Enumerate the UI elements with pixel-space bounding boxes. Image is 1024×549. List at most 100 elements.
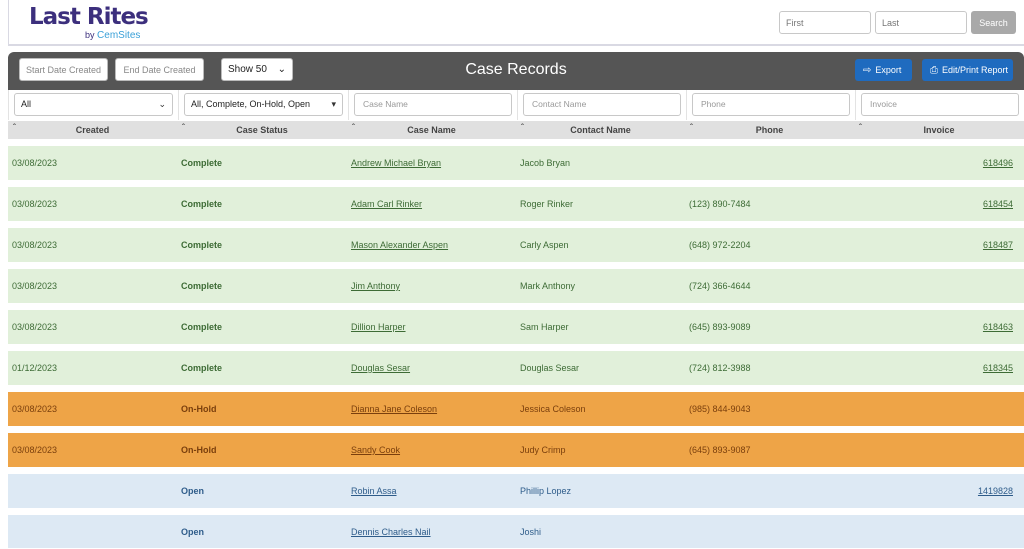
phone-cell: (123) 890-7484 — [689, 199, 751, 209]
invoice-link[interactable]: 618463 — [983, 310, 1013, 344]
column-header-label: Invoice — [923, 125, 955, 135]
last-rites-logo[interactable]: Last Rites by CemSites — [29, 4, 149, 41]
contact-cell: Mark Anthony — [520, 281, 576, 291]
invoice-link[interactable]: 618454 — [983, 187, 1013, 221]
case-name-link[interactable]: Douglas Sesar — [351, 351, 410, 385]
contact-cell: Roger Rinker — [520, 199, 574, 209]
caret-down-icon: ▾ — [331, 99, 336, 109]
column-header-phone[interactable]: ˆ Phone — [685, 121, 854, 139]
created-cell: 03/08/2023 — [12, 199, 58, 209]
created-cell: 03/08/2023 — [12, 158, 58, 168]
last-name-search-input[interactable] — [875, 11, 967, 34]
contact-cell: Carly Aspen — [520, 240, 569, 250]
table-row[interactable]: 03/08/2023 Complete Mason Alexander Aspe… — [8, 228, 1024, 262]
status-cell: Open — [181, 527, 205, 537]
divider — [686, 90, 687, 120]
phone-cell: (645) 893-9089 — [689, 322, 751, 332]
case-name-link[interactable]: Sandy Cook — [351, 433, 400, 467]
created-cell: 03/08/2023 — [12, 281, 58, 291]
table-row[interactable]: Open Dennis Charles Nail Joshi — [8, 515, 1024, 548]
table-row[interactable]: 03/08/2023 Complete Andrew Michael Bryan… — [8, 146, 1024, 180]
status-cell: Complete — [181, 240, 223, 250]
case-name-link[interactable]: Mason Alexander Aspen — [351, 228, 448, 262]
column-header-label: Phone — [755, 125, 784, 135]
created-filter-select[interactable]: All ⌄ — [14, 93, 173, 116]
phone-cell: (724) 366-4644 — [689, 281, 751, 291]
edit-print-report-button[interactable]: ⎙ Edit/Print Report — [922, 59, 1013, 81]
column-header-case-name[interactable]: ˆ Case Name — [347, 121, 516, 139]
logo-by: by — [85, 30, 95, 40]
column-header-label: Case Status — [236, 125, 288, 135]
print-label: Edit/Print Report — [942, 65, 1009, 75]
export-label: Export — [875, 65, 902, 75]
column-header-label: Created — [75, 125, 110, 135]
phone-cell: (648) 972-2204 — [689, 240, 751, 250]
logo-byline: by CemSites — [85, 30, 140, 41]
table-row[interactable]: 03/08/2023 Complete Jim Anthony Mark Ant… — [8, 269, 1024, 303]
case-name-link[interactable]: Robin Assa — [351, 474, 397, 508]
filter-row: All ⌄ All, Complete, On-Hold, Open ▾ Cas… — [8, 90, 1024, 120]
invoice-filter-input[interactable]: Invoice — [861, 93, 1019, 116]
invoice-link[interactable]: 618345 — [983, 351, 1013, 385]
top-header: Last Rites by CemSites Search — [8, 0, 1024, 46]
status-cell: On-Hold — [181, 404, 217, 414]
export-button[interactable]: ⇨ Export — [855, 59, 912, 81]
column-header-invoice[interactable]: ˆ Invoice — [854, 121, 1024, 139]
phone-filter-input[interactable]: Phone — [692, 93, 850, 116]
status-filter-select[interactable]: All, Complete, On-Hold, Open ▾ — [184, 93, 343, 116]
case-name-link[interactable]: Dianna Jane Coleson — [351, 392, 437, 426]
status-filter-value: All, Complete, On-Hold, Open — [191, 99, 311, 109]
case-name-link[interactable]: Adam Carl Rinker — [351, 187, 422, 221]
case-name-filter-input[interactable]: Case Name — [354, 93, 512, 116]
logo-title: Last Rites — [29, 4, 149, 30]
status-cell: Complete — [181, 158, 223, 168]
status-cell: Complete — [181, 322, 223, 332]
table-header: ˆ Created ˆ Case Status ˆ Case Name ˆ Contac… — [8, 121, 1024, 139]
column-header-contact-name[interactable]: ˆ Contact Name — [516, 121, 685, 139]
column-header-created[interactable]: ˆ Created — [8, 121, 177, 139]
contact-cell: Phillip Lopez — [520, 486, 572, 496]
contact-cell: Sam Harper — [520, 322, 569, 332]
created-cell: 01/12/2023 — [12, 363, 58, 373]
contact-name-filter-input[interactable]: Contact Name — [523, 93, 681, 116]
status-cell: Complete — [181, 281, 223, 291]
phone-cell: (985) 844-9043 — [689, 404, 751, 414]
table-row[interactable]: 03/08/2023 Complete Adam Carl Rinker Rog… — [8, 187, 1024, 221]
created-cell: 03/08/2023 — [12, 445, 58, 455]
created-cell: 03/08/2023 — [12, 404, 58, 414]
table-row[interactable]: 03/08/2023 On-Hold Dianna Jane Coleson J… — [8, 392, 1024, 426]
table-row[interactable]: Open Robin Assa Phillip Lopez 1419828 — [8, 474, 1024, 508]
chevron-down-icon: ⌄ — [158, 99, 166, 109]
invoice-link[interactable]: 1419828 — [978, 474, 1013, 508]
divider — [348, 90, 349, 120]
table-row[interactable]: 03/08/2023 Complete Dillion Harper Sam H… — [8, 310, 1024, 344]
case-records-toolbar: Start Date Created End Date Created Show… — [8, 52, 1024, 90]
search-button[interactable]: Search — [971, 11, 1016, 34]
status-cell: On-Hold — [181, 445, 217, 455]
status-cell: Complete — [181, 363, 223, 373]
status-cell: Complete — [181, 199, 223, 209]
case-name-link[interactable]: Jim Anthony — [351, 269, 400, 303]
column-header-case-status[interactable]: ˆ Case Status — [177, 121, 347, 139]
column-header-label: Contact Name — [570, 125, 631, 135]
invoice-link[interactable]: 618487 — [983, 228, 1013, 262]
contact-cell: Jacob Bryan — [520, 158, 571, 168]
invoice-link[interactable]: 618496 — [983, 146, 1013, 180]
status-cell: Open — [181, 486, 205, 496]
contact-cell: Joshi — [520, 527, 542, 537]
case-name-link[interactable]: Dillion Harper — [351, 310, 406, 344]
divider — [178, 90, 179, 120]
logo-company: CemSites — [97, 30, 141, 41]
contact-cell: Jessica Coleson — [520, 404, 586, 414]
table-row[interactable]: 03/08/2023 On-Hold Sandy Cook Judy Crimp… — [8, 433, 1024, 467]
case-name-link[interactable]: Dennis Charles Nail — [351, 515, 431, 549]
printer-icon: ⎙ — [930, 65, 938, 76]
column-header-label: Case Name — [407, 125, 456, 135]
table-row[interactable]: 01/12/2023 Complete Douglas Sesar Dougla… — [8, 351, 1024, 385]
case-name-link[interactable]: Andrew Michael Bryan — [351, 146, 441, 180]
phone-cell: (645) 893-9087 — [689, 445, 751, 455]
first-name-search-input[interactable] — [779, 11, 871, 34]
created-filter-value: All — [21, 99, 32, 109]
phone-cell: (724) 812-3988 — [689, 363, 751, 373]
divider — [517, 90, 518, 120]
